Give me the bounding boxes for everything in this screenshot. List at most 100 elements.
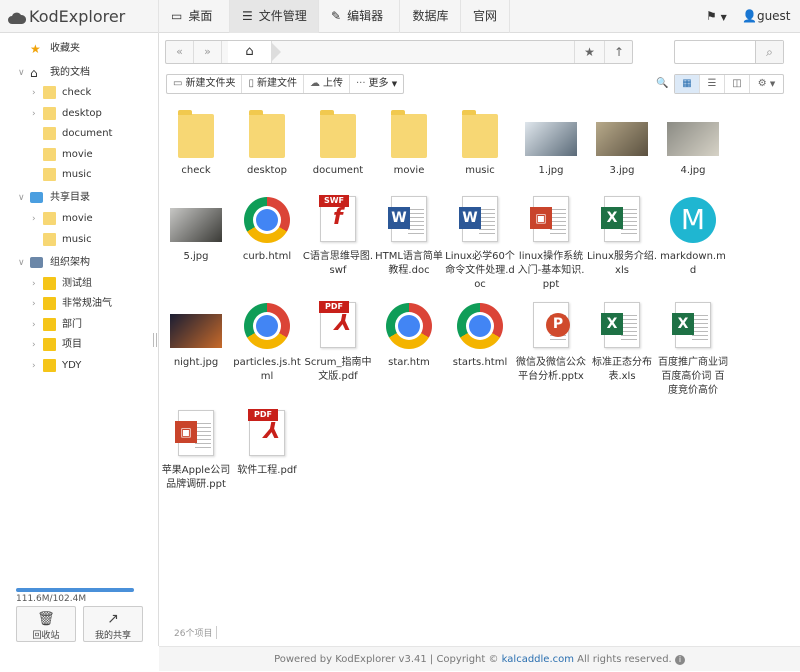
file-item[interactable]: particles.js.html <box>231 300 303 384</box>
chevron-right-icon[interactable]: › <box>32 274 36 294</box>
search-input[interactable] <box>675 41 755 63</box>
settings-menu-button[interactable]: ⚙ ▼ <box>750 75 783 93</box>
tree-item-label: 非常规油气 <box>62 298 112 309</box>
file-item[interactable]: W Linux必学60个命令文件处理.doc <box>444 194 516 292</box>
nav-database[interactable]: 数据库 <box>399 0 461 33</box>
split-view-button[interactable]: ◫ <box>725 75 750 93</box>
file-item[interactable]: night.jpg <box>160 300 232 370</box>
chevron-down-icon[interactable]: ∨ <box>18 253 25 273</box>
file-item[interactable]: Mmarkdown.md <box>657 194 729 278</box>
my-share-button[interactable]: ↗ 我的共享 <box>83 606 143 642</box>
nav-desktop[interactable]: ▭ 桌面 <box>158 0 230 33</box>
new-folder-label: 新建文件夹 <box>185 78 236 89</box>
file-item[interactable]: X Linux服务介绍.xls <box>586 194 658 278</box>
file-item[interactable]: W HTML语言简单教程.doc <box>373 194 445 278</box>
file-name: document <box>312 165 364 176</box>
file-name: check <box>181 165 211 176</box>
file-item[interactable]: ▣ 苹果Apple公司品牌调研.ppt <box>160 408 232 492</box>
grid-view-button[interactable]: ▦ <box>675 75 700 93</box>
flag-menu[interactable]: ⚑ ▼ <box>706 0 727 33</box>
chevron-right-icon[interactable]: › <box>32 315 36 335</box>
file-item[interactable]: desktop <box>231 108 303 178</box>
file-item[interactable]: SWF f C语言思维导图.swf <box>302 194 374 278</box>
arrow-up-icon: ↑ <box>613 45 625 59</box>
file-item[interactable]: 1.jpg <box>515 108 587 178</box>
recycle-bin-button[interactable]: 🗑 回收站 <box>16 606 76 642</box>
info-icon[interactable]: i <box>674 655 685 665</box>
chevron-right-icon[interactable]: › <box>32 104 36 124</box>
folder-icon <box>383 108 435 160</box>
new-file-button[interactable]: ▯ 新建文件 <box>242 75 304 93</box>
file-item[interactable]: P 微信及微信公众平台分析.pptx <box>515 300 587 384</box>
tree-my-docs-label: 我的文档 <box>50 67 90 78</box>
file-item[interactable]: star.htm <box>373 300 445 370</box>
file-item[interactable]: PDF ⅄ Scrum_指南中文版.pdf <box>302 300 374 384</box>
file-name: 微信及微信公众平台分析.pptx <box>516 357 586 382</box>
columns-icon: ◫ <box>732 78 742 89</box>
nav-official-site[interactable]: 官网 <box>460 0 510 33</box>
chevron-right-icon[interactable]: › <box>32 83 36 103</box>
file-item[interactable]: 5.jpg <box>160 194 232 264</box>
new-folder-button[interactable]: ▭ 新建文件夹 <box>167 75 243 93</box>
file-item[interactable]: music <box>444 108 516 178</box>
favorite-button[interactable]: ★ <box>574 41 604 63</box>
nav-editor-label: 编辑器 <box>347 9 384 23</box>
nav-official-site-label: 官网 <box>473 9 498 23</box>
chevron-right-icon[interactable]: › <box>32 209 36 229</box>
folder-icon <box>43 233 56 246</box>
file-name: HTML语言简单教程.doc <box>375 251 443 276</box>
chevron-right-icon[interactable]: › <box>32 356 36 376</box>
file-item[interactable]: 4.jpg <box>657 108 729 178</box>
file-item[interactable]: document <box>302 108 374 178</box>
home-icon: ⌂ <box>30 66 38 80</box>
upload-label: 上传 <box>322 78 343 89</box>
list-view-button[interactable]: ☰ <box>700 75 725 93</box>
chevron-right-icon[interactable]: › <box>32 335 36 355</box>
file-item[interactable]: curb.html <box>231 194 303 264</box>
file-name: 标准正态分布表.xls <box>592 357 652 382</box>
file-item[interactable]: ▣ linux操作系统入门-基本知识.ppt <box>515 194 587 292</box>
chevron-right-icon[interactable]: › <box>32 294 36 314</box>
word-doc-icon: W <box>454 194 506 246</box>
chevron-down-icon[interactable]: ∨ <box>18 63 25 83</box>
file-item[interactable]: 3.jpg <box>586 108 658 178</box>
file-name: 5.jpg <box>183 251 209 262</box>
list-icon: ☰ <box>242 9 253 23</box>
excel-icon: X <box>667 300 719 352</box>
user-menu[interactable]: 👤guest ▼ <box>742 0 800 55</box>
new-file-label: 新建文件 <box>256 78 297 89</box>
file-name: markdown.md <box>660 251 726 276</box>
file-item[interactable]: starts.html <box>444 300 516 370</box>
breadcrumb-home[interactable]: ⌂ <box>228 41 272 63</box>
chevron-down-icon[interactable]: ∨ <box>18 188 25 208</box>
upload-button[interactable]: ☁ 上传 <box>304 75 350 93</box>
footer-link[interactable]: kalcaddle.com <box>502 654 574 665</box>
powerpoint-icon: ▣ <box>170 408 222 460</box>
file-item[interactable]: X 标准正态分布表.xls <box>586 300 658 384</box>
tree-item-label: desktop <box>62 108 102 119</box>
up-directory-button[interactable]: ↑ <box>604 41 633 63</box>
gear-icon: ⚙ <box>757 78 767 89</box>
folder-icon <box>43 318 56 331</box>
folder-icon <box>43 212 56 225</box>
app-logo[interactable]: KodExplorer <box>8 0 125 33</box>
search-button[interactable]: ⌕ <box>755 41 783 63</box>
tree-org-label: 组织架构 <box>50 257 90 268</box>
file-item[interactable]: movie <box>373 108 445 178</box>
forward-button[interactable]: » <box>194 41 222 63</box>
back-button[interactable]: « <box>166 41 194 63</box>
item-count: 26个项目 <box>170 626 218 639</box>
file-item[interactable]: X 百度推广商业词 百度高价词 百度竞价高价 <box>657 300 729 398</box>
top-bar: KodExplorer ▭ 桌面 ☰ 文件管理 ✎ 编辑器 数据库 官网 ⚑ ▼ 👤g… <box>0 0 800 55</box>
more-button[interactable]: ··· 更多 ▼ <box>350 75 403 93</box>
zoom-icon[interactable]: 🔍 <box>656 78 668 89</box>
folder-icon <box>241 108 293 160</box>
file-item[interactable]: PDF ⅄ 软件工程.pdf <box>231 408 303 478</box>
nav-file-manager[interactable]: ☰ 文件管理 <box>229 0 319 33</box>
nav-editor[interactable]: ✎ 编辑器 <box>318 0 400 33</box>
file-item[interactable]: check <box>160 108 232 178</box>
app-title: KodExplorer <box>29 7 126 26</box>
file-toolbar: ▭ 新建文件夹 ▯ 新建文件 ☁ 上传 ··· 更多 ▼ <box>166 74 405 94</box>
tree-item-label: music <box>62 169 92 180</box>
sidebar-resize-handle[interactable] <box>153 333 157 347</box>
